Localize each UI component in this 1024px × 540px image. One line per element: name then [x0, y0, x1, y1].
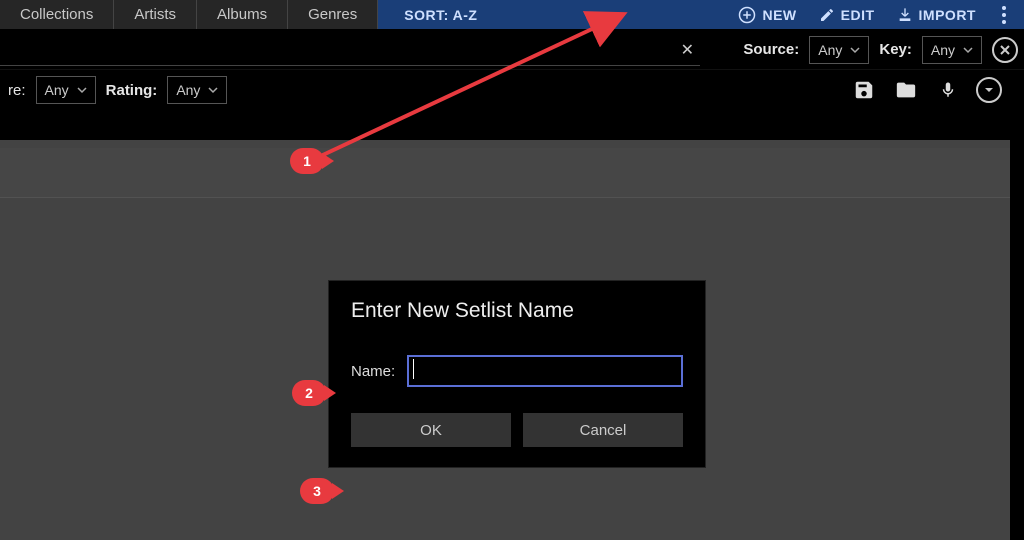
filter-panel: ✕ Source: Any Key: Any re: — [0, 30, 1024, 110]
name-input[interactable] — [407, 355, 683, 387]
text-caret — [413, 359, 414, 379]
tab-albums[interactable]: Albums — [197, 0, 288, 29]
annotation-marker-1: 1 — [290, 148, 324, 174]
nav-tabs: Collections Artists Albums Genres — [0, 0, 378, 29]
chevron-down-icon — [77, 82, 87, 98]
sort-button[interactable]: SORT: A-Z — [404, 7, 477, 23]
import-button[interactable]: IMPORT — [897, 7, 976, 23]
edit-label: EDIT — [841, 7, 875, 23]
left-filter-select[interactable]: Any — [36, 76, 96, 104]
rating-value: Any — [176, 82, 200, 98]
plus-circle-icon — [738, 6, 756, 24]
search-input-wrapper: ✕ — [0, 34, 700, 66]
dialog-title: Enter New Setlist Name — [351, 299, 683, 323]
name-label: Name: — [351, 363, 395, 380]
left-filter-value: Any — [45, 82, 69, 98]
key-label: Key: — [879, 41, 912, 58]
chevron-down-icon — [208, 82, 218, 98]
pencil-icon — [819, 7, 835, 23]
new-setlist-dialog: Enter New Setlist Name Name: OK Cancel — [328, 280, 706, 468]
sort-label: SORT: A-Z — [404, 7, 477, 23]
action-bar: SORT: A-Z NEW EDIT IMPORT — [378, 0, 1024, 29]
tab-artists[interactable]: Artists — [114, 0, 197, 29]
annotation-marker-2: 2 — [292, 380, 326, 406]
rating-select[interactable]: Any — [167, 76, 227, 104]
rating-label: Rating: — [106, 82, 158, 99]
key-value: Any — [931, 42, 955, 58]
top-bar: Collections Artists Albums Genres SORT: … — [0, 0, 1024, 30]
folder-icon[interactable] — [892, 76, 920, 104]
chevron-down-icon — [850, 42, 860, 58]
source-select[interactable]: Any — [809, 36, 869, 64]
more-menu-button[interactable] — [998, 6, 1010, 24]
chevron-down-icon — [963, 42, 973, 58]
key-select[interactable]: Any — [922, 36, 982, 64]
tab-genres[interactable]: Genres — [288, 0, 378, 29]
edit-button[interactable]: EDIT — [819, 7, 875, 23]
microphone-icon[interactable] — [934, 76, 962, 104]
new-label: NEW — [762, 7, 796, 23]
annotation-marker-3: 3 — [300, 478, 334, 504]
source-value: Any — [818, 42, 842, 58]
save-icon[interactable] — [850, 76, 878, 104]
source-label: Source: — [743, 41, 799, 58]
new-button[interactable]: NEW — [738, 6, 796, 24]
cancel-button[interactable]: Cancel — [523, 413, 683, 447]
left-filter-label: re: — [8, 82, 26, 99]
tab-collections[interactable]: Collections — [0, 0, 114, 29]
download-icon — [897, 7, 913, 23]
import-label: IMPORT — [919, 7, 976, 23]
search-input[interactable] — [0, 34, 700, 65]
ok-button[interactable]: OK — [351, 413, 511, 447]
clear-search-icon[interactable]: ✕ — [681, 40, 694, 60]
close-circle-button[interactable] — [992, 37, 1018, 63]
dropdown-circle-button[interactable] — [976, 77, 1002, 103]
